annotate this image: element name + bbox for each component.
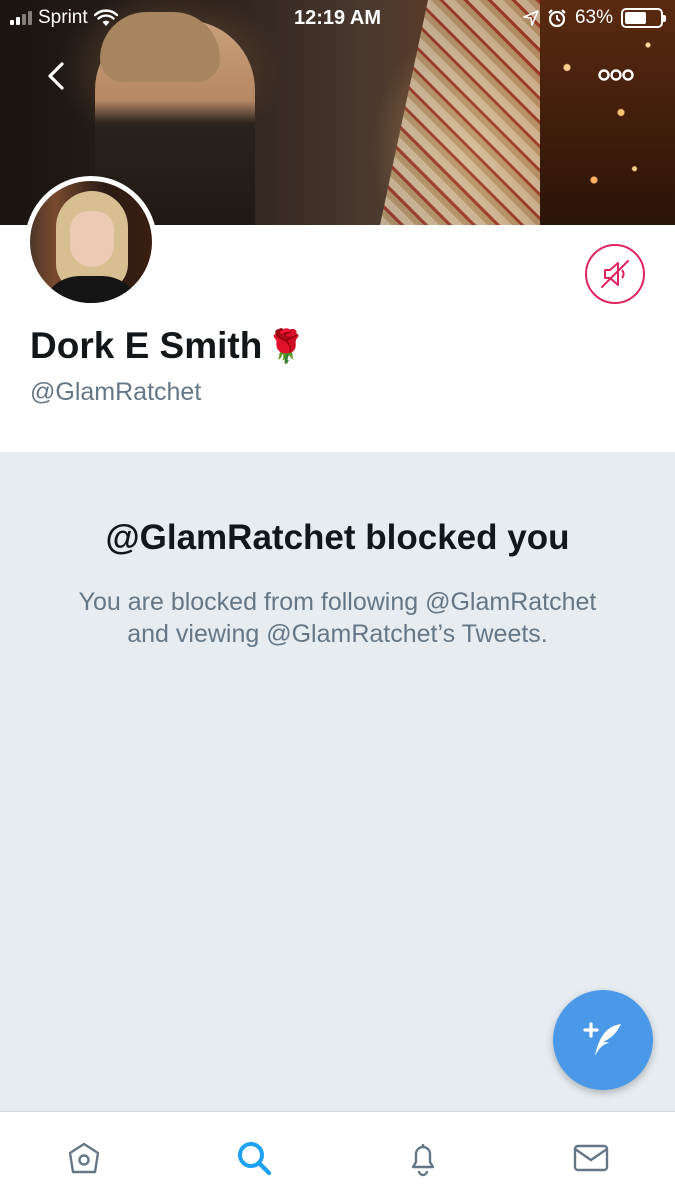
status-bar: Sprint 12:19 AM 63% (0, 0, 675, 40)
bell-icon (411, 1144, 435, 1177)
tab-bar (0, 1111, 675, 1200)
display-name-text: Dork E Smith (30, 325, 263, 366)
battery-percent: 63% (574, 7, 613, 28)
chevron-left-icon (48, 62, 64, 90)
tab-home[interactable] (62, 1136, 106, 1180)
more-dots-icon (598, 69, 634, 81)
mail-icon (573, 1144, 609, 1172)
profile-handle: @GlamRatchet (30, 378, 202, 406)
alarm-icon (548, 9, 566, 28)
tab-messages[interactable] (569, 1136, 613, 1180)
avatar-shirt (40, 276, 142, 303)
avatar-image (30, 181, 152, 303)
rose-emoji: 🌹 (266, 328, 307, 364)
status-right: 63% (523, 7, 666, 29)
avatar-face (70, 211, 114, 267)
speaker-muted-icon (601, 260, 629, 288)
profile-display-name: Dork E Smith 🌹 (30, 325, 306, 367)
search-icon (238, 1142, 272, 1176)
compose-tweet-icon (583, 1022, 621, 1056)
home-icon (68, 1142, 100, 1174)
blocked-description: You are blocked from following @GlamRatc… (78, 588, 597, 648)
battery-fill (625, 12, 647, 24)
unmute-button[interactable] (585, 244, 645, 304)
battery-icon (621, 8, 666, 28)
avatar[interactable] (25, 176, 157, 308)
tab-search[interactable] (232, 1136, 276, 1180)
location-arrow-icon (523, 10, 539, 26)
tab-notifications[interactable] (401, 1136, 445, 1180)
compose-tweet-button[interactable] (553, 990, 653, 1090)
more-options-button[interactable] (596, 64, 636, 86)
back-button[interactable] (40, 58, 76, 94)
blocked-title: @GlamRatchet blocked you (105, 518, 570, 557)
